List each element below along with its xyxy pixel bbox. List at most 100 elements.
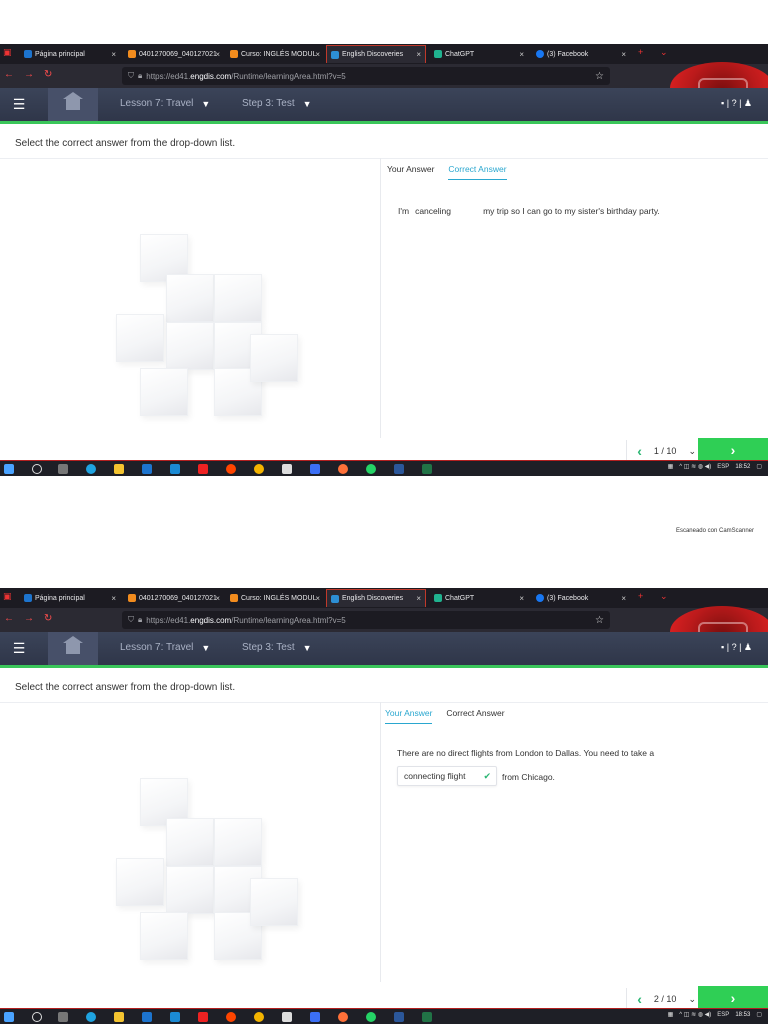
browser-tab[interactable]: ChatGPT × <box>430 45 528 63</box>
step-dropdown[interactable]: Step 3: Test ▼ <box>242 642 312 653</box>
header-tools[interactable]: ▪ | ? | ♟ <box>721 98 752 109</box>
reload-icon[interactable]: ↻ <box>44 69 52 80</box>
search-icon[interactable] <box>32 1012 42 1022</box>
file-explorer-icon[interactable] <box>114 1012 124 1022</box>
word-icon[interactable] <box>394 464 404 474</box>
header-tools[interactable]: ▪ | ? | ♟ <box>721 642 752 653</box>
url-field[interactable]: ⛉ 🔒︎ https://ed41.engdis.com/Runtime/lea… <box>122 67 610 85</box>
browser-tab[interactable]: (3) Facebook × <box>532 589 630 607</box>
answer-blank[interactable]: canceling <box>415 206 479 216</box>
close-icon[interactable]: × <box>315 594 320 603</box>
word-icon[interactable] <box>394 1012 404 1022</box>
header-tools-icons[interactable]: ▪ | ? | ♟ <box>721 642 752 653</box>
browser-tab[interactable]: Curso: INGLÉS MODUL × <box>226 45 324 63</box>
chrome-icon[interactable] <box>254 464 264 474</box>
browser-tab[interactable]: Curso: INGLÉS MODUL × <box>226 589 324 607</box>
browser-tab-active[interactable]: English Discoveries × <box>326 589 426 607</box>
excel-icon[interactable] <box>422 464 432 474</box>
tab-your-answer[interactable]: Your Answer <box>387 164 434 180</box>
firefox-icon[interactable] <box>338 1012 348 1022</box>
close-icon[interactable]: × <box>519 594 524 603</box>
close-icon[interactable]: × <box>215 594 220 603</box>
lesson-dropdown[interactable]: Lesson 7: Travel ▼ <box>120 642 210 653</box>
clock-time[interactable]: 18:52 <box>735 464 750 470</box>
task-view-icon[interactable] <box>58 464 68 474</box>
url-field[interactable]: ⛉ 🔒︎ https://ed41.engdis.com/Runtime/lea… <box>122 611 610 629</box>
excel-icon[interactable] <box>422 1012 432 1022</box>
browser-tab[interactable]: 0401270069_040127021 × <box>124 45 224 63</box>
windows-start-icon[interactable] <box>4 464 14 474</box>
tray-icons[interactable]: ^ ◫ ≋ ◍ ◀) <box>679 463 711 470</box>
chevron-left-icon[interactable]: ‹ <box>637 991 642 1007</box>
tab-correct-answer[interactable]: Correct Answer <box>448 164 507 180</box>
notifications-icon[interactable]: ▢ <box>756 1011 762 1018</box>
app-icon[interactable] <box>282 464 292 474</box>
close-icon[interactable]: × <box>111 594 116 603</box>
close-icon[interactable]: × <box>519 50 524 59</box>
close-icon[interactable]: × <box>416 594 421 603</box>
app-icon[interactable] <box>310 464 320 474</box>
bookmark-star-icon[interactable]: ☆ <box>595 615 604 626</box>
app-icon[interactable] <box>282 1012 292 1022</box>
tray-icons[interactable]: ^ ◫ ≋ ◍ ◀) <box>679 1011 711 1018</box>
mail-icon[interactable] <box>170 464 180 474</box>
chevron-down-icon[interactable]: ⌄ <box>688 994 696 1005</box>
page-indicator[interactable]: 1 / 10 <box>654 446 677 456</box>
browser-menu-icon[interactable]: ▣ <box>3 591 12 602</box>
mail-icon[interactable] <box>170 1012 180 1022</box>
store-icon[interactable] <box>142 464 152 474</box>
browser-tab[interactable]: Página principal × <box>20 45 120 63</box>
browser-menu-icon[interactable]: ▣ <box>3 47 12 58</box>
edge-icon[interactable] <box>86 1012 96 1022</box>
whatsapp-icon[interactable] <box>366 1012 376 1022</box>
notifications-icon[interactable]: ▢ <box>756 463 762 470</box>
file-explorer-icon[interactable] <box>114 464 124 474</box>
browser-tab[interactable]: 0401270069_040127021 × <box>124 589 224 607</box>
app-icon[interactable] <box>310 1012 320 1022</box>
answer-dropdown[interactable]: connecting flight ✔ <box>397 766 497 786</box>
whatsapp-icon[interactable] <box>366 464 376 474</box>
close-icon[interactable]: × <box>215 50 220 59</box>
home-button[interactable] <box>48 88 98 121</box>
step-dropdown[interactable]: Step 3: Test ▼ <box>242 98 312 109</box>
keyboard-icon[interactable]: ▦ <box>668 463 674 470</box>
close-icon[interactable]: × <box>621 50 626 59</box>
page-indicator[interactable]: 2 / 10 <box>654 994 677 1004</box>
firefox-icon[interactable] <box>338 464 348 474</box>
header-tools-icons[interactable]: ▪ | ? | ♟ <box>721 98 752 109</box>
reddit-icon[interactable] <box>226 1012 236 1022</box>
hamburger-menu-icon[interactable]: ☰ <box>0 632 38 665</box>
back-arrow-icon[interactable]: ← <box>4 613 14 624</box>
close-icon[interactable]: × <box>111 50 116 59</box>
tab-your-answer[interactable]: Your Answer <box>385 708 433 724</box>
hamburger-menu-icon[interactable]: ☰ <box>0 88 38 121</box>
chevron-down-icon[interactable]: ⌄ <box>688 446 696 457</box>
reddit-icon[interactable] <box>226 464 236 474</box>
youtube-icon[interactable] <box>198 1012 208 1022</box>
clock-time[interactable]: 18:53 <box>735 1012 750 1018</box>
browser-tab-active[interactable]: English Discoveries × <box>326 45 426 63</box>
store-icon[interactable] <box>142 1012 152 1022</box>
lesson-dropdown[interactable]: Lesson 7: Travel ▼ <box>120 98 210 109</box>
close-icon[interactable]: × <box>315 50 320 59</box>
forward-arrow-icon[interactable]: → <box>24 69 34 80</box>
keyboard-icon[interactable]: ▦ <box>668 1011 674 1018</box>
tab-list-icon[interactable]: ⌄ <box>660 47 668 58</box>
close-icon[interactable]: × <box>621 594 626 603</box>
language-indicator[interactable]: ESP <box>717 464 729 470</box>
browser-tab[interactable]: Página principal × <box>20 589 120 607</box>
next-button[interactable]: › <box>698 438 768 462</box>
bookmark-star-icon[interactable]: ☆ <box>595 71 604 82</box>
tab-correct-answer[interactable]: Correct Answer <box>446 708 504 724</box>
close-icon[interactable]: × <box>416 50 421 59</box>
chrome-icon[interactable] <box>254 1012 264 1022</box>
search-icon[interactable] <box>32 464 42 474</box>
back-arrow-icon[interactable]: ← <box>4 69 14 80</box>
windows-start-icon[interactable] <box>4 1012 14 1022</box>
chevron-left-icon[interactable]: ‹ <box>637 443 642 459</box>
home-button[interactable] <box>48 632 98 665</box>
new-tab-icon[interactable]: + <box>638 591 643 601</box>
language-indicator[interactable]: ESP <box>717 1012 729 1018</box>
browser-tab[interactable]: (3) Facebook × <box>532 45 630 63</box>
forward-arrow-icon[interactable]: → <box>24 613 34 624</box>
